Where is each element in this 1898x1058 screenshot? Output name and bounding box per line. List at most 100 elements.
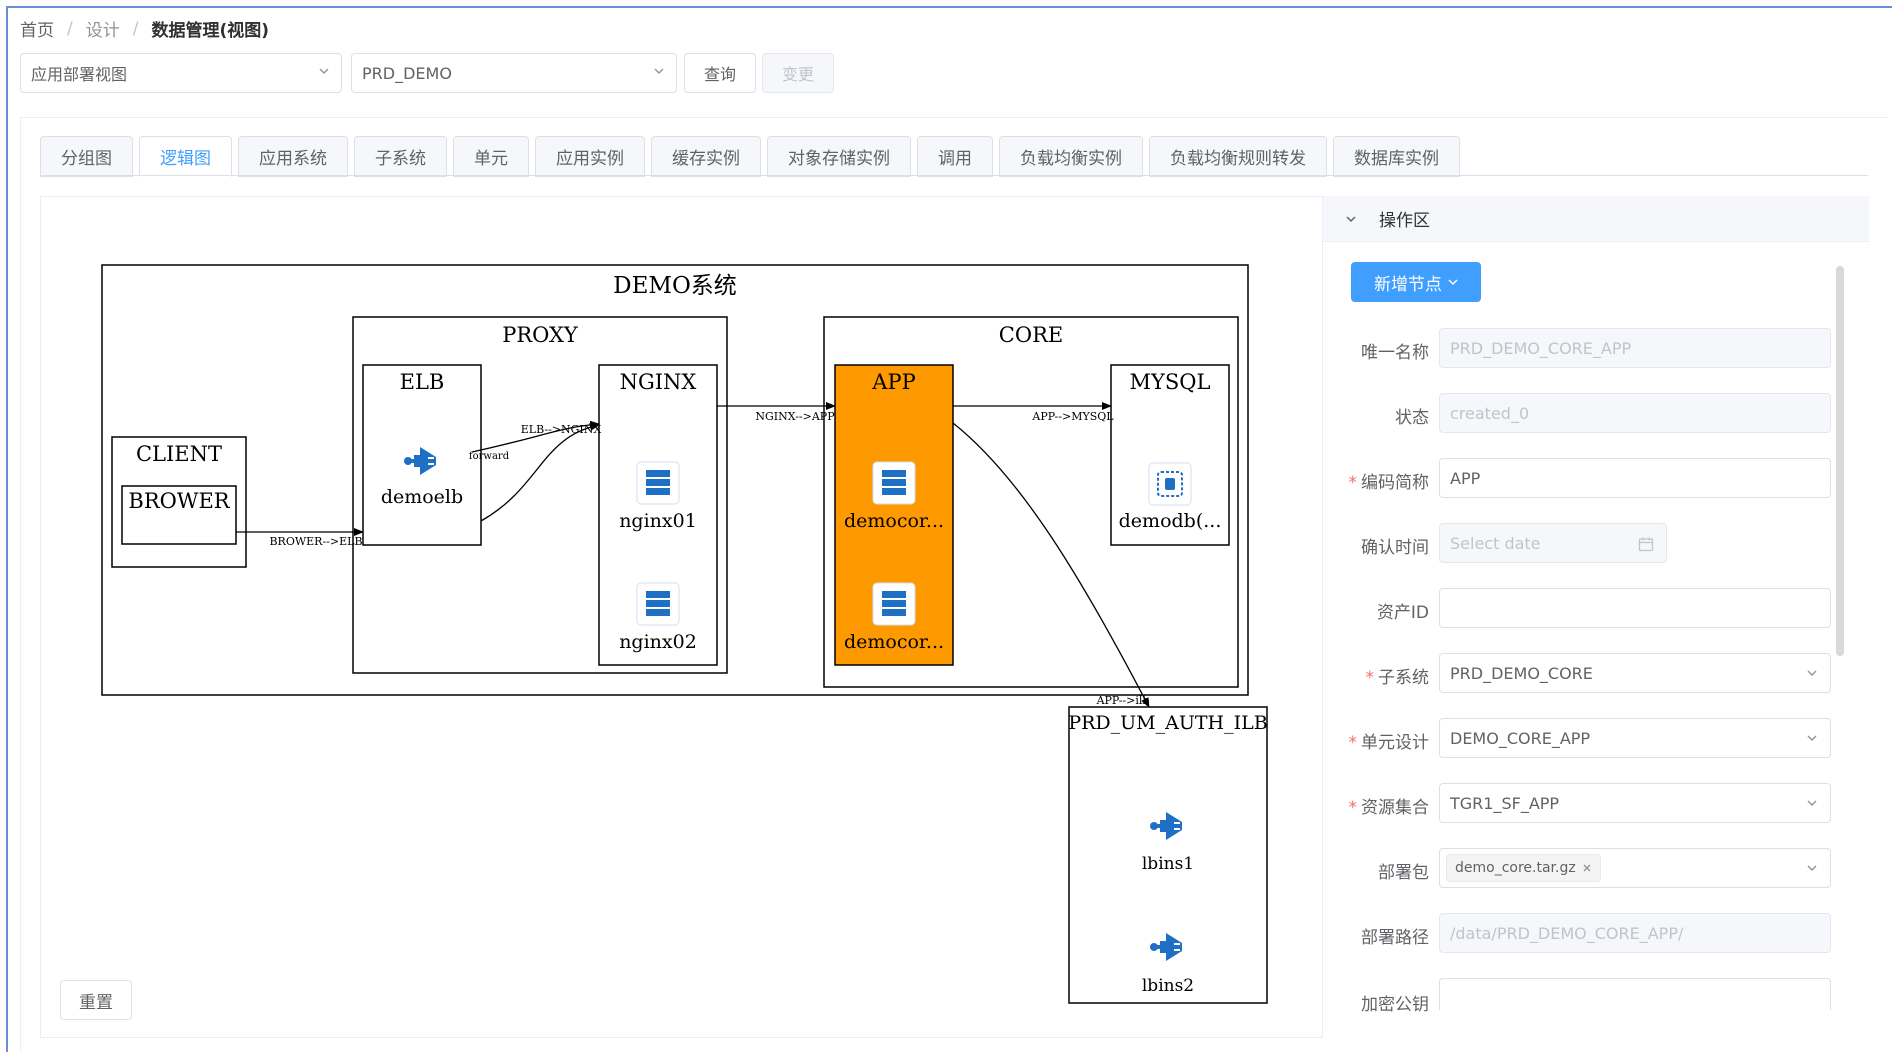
system-select[interactable]: PRD_DEMO	[351, 53, 677, 93]
breadcrumb-home[interactable]: 首页	[20, 16, 54, 41]
chevron-down-icon	[1807, 800, 1817, 806]
tabs-divider	[40, 175, 1868, 176]
package-tag-text: demo_core.tar.gz	[1455, 860, 1576, 876]
subsystem-select[interactable]: PRD_DEMO_CORE	[1439, 653, 1831, 693]
tab-lb-rule-forward[interactable]: 负载均衡规则转发	[1149, 136, 1327, 177]
breadcrumb-design[interactable]: 设计	[86, 16, 120, 41]
deploy-path-label: 部署路径	[1361, 928, 1429, 948]
tab-unit[interactable]: 单元	[453, 136, 529, 177]
form-row-status: 状态 created_0	[1323, 393, 1833, 433]
edge-label-nginx-app: NGINX-->APP	[755, 410, 835, 423]
tab-app-system[interactable]: 应用系统	[238, 136, 348, 177]
code-label-text: 编码简称	[1361, 473, 1429, 493]
chevron-down-icon	[1807, 735, 1817, 741]
server-icon	[872, 582, 916, 626]
tab-object-storage-instance[interactable]: 对象存储实例	[767, 136, 911, 177]
form-row-unique-name: 唯一名称 PRD_DEMO_CORE_APP	[1323, 328, 1833, 368]
server-icon	[636, 582, 680, 626]
asset-id-label: 资产ID	[1376, 603, 1429, 623]
unit-design-label-text: 单元设计	[1361, 733, 1429, 753]
confirm-time-picker[interactable]: Select date	[1439, 523, 1667, 563]
tab-cache-instance[interactable]: 缓存实例	[651, 136, 761, 177]
tab-call[interactable]: 调用	[917, 136, 993, 177]
subsystem-label: * 子系统	[1366, 663, 1430, 688]
load-balancer-icon	[1148, 810, 1184, 842]
status-input[interactable]: created_0	[1439, 393, 1831, 433]
democor1-label: democor...	[844, 510, 944, 532]
democor2-label: democor...	[844, 631, 944, 653]
add-node-button[interactable]: 新增节点	[1351, 262, 1481, 302]
logic-diagram[interactable]: DEMO系统 CLIENT BROWER PROXY ELB demoelb N…	[41, 197, 1319, 1037]
tab-lb-instance[interactable]: 负载均衡实例	[999, 136, 1143, 177]
query-button[interactable]: 查询	[684, 53, 756, 93]
form-row-asset-id: 资产ID	[1323, 588, 1833, 628]
elb-label: ELB	[400, 370, 445, 394]
unique-name-input[interactable]: PRD_DEMO_CORE_APP	[1439, 328, 1831, 368]
required-mark: *	[1348, 733, 1358, 753]
unit-design-value: DEMO_CORE_APP	[1450, 728, 1591, 748]
form-row-confirm-time: 确认时间 Select date	[1323, 523, 1833, 563]
server-icon	[636, 461, 680, 505]
form-row-deploy-path: 部署路径 /data/PRD_DEMO_CORE_APP/	[1323, 913, 1833, 953]
resource-set-label: * 资源集合	[1349, 793, 1430, 818]
change-button[interactable]: 变更	[762, 53, 834, 93]
breadcrumb-separator: /	[67, 18, 73, 39]
confirm-time-placeholder: Select date	[1450, 533, 1541, 553]
package-label: 部署包	[1378, 863, 1429, 883]
form-row-package: 部署包 demo_core.tar.gz	[1323, 848, 1833, 888]
required-mark: *	[1348, 798, 1358, 818]
system-select-value: PRD_DEMO	[362, 63, 452, 83]
demodb-label: demodb(...	[1119, 510, 1222, 532]
edge-label-elb-nginx: ELB-->NGINX	[521, 423, 602, 436]
package-tag: demo_core.tar.gz	[1446, 854, 1601, 882]
deploy-path-input[interactable]: /data/PRD_DEMO_CORE_APP/	[1439, 913, 1831, 953]
form-row-unit-design: * 单元设计 DEMO_CORE_APP	[1323, 718, 1833, 758]
resource-set-select[interactable]: TGR1_SF_APP	[1439, 783, 1831, 823]
unique-name-label: 唯一名称	[1361, 343, 1429, 363]
load-balancer-icon	[402, 445, 438, 477]
reset-button[interactable]: 重置	[60, 980, 132, 1020]
calendar-icon	[1638, 537, 1654, 552]
tab-subsystem[interactable]: 子系统	[354, 136, 447, 177]
unit-design-label: * 单元设计	[1349, 728, 1430, 753]
tab-group-view[interactable]: 分组图	[40, 136, 133, 177]
pubkey-input[interactable]	[1439, 978, 1831, 1010]
chevron-down-icon	[1448, 279, 1458, 286]
breadcrumb-separator: /	[132, 18, 139, 39]
tab-app-instance[interactable]: 应用实例	[535, 136, 645, 177]
edge-label-brower-elb: BROWER-->ELB	[269, 535, 362, 548]
chevron-down-icon	[1807, 865, 1817, 871]
chevron-down-icon	[319, 68, 329, 74]
asset-id-input[interactable]	[1439, 588, 1831, 628]
nginx01-label: nginx01	[619, 510, 697, 532]
operation-panel: 操作区 新增节点 唯一名称 PRD_DEMO_CORE_APP 状态 creat…	[1322, 196, 1869, 1038]
mysql-label: MYSQL	[1130, 370, 1211, 394]
chevron-down-icon	[1807, 670, 1817, 676]
edge-forward	[480, 422, 600, 522]
tab-db-instance[interactable]: 数据库实例	[1333, 136, 1460, 177]
edge-label-forward: forward	[469, 451, 510, 462]
tab-logic-view[interactable]: 逻辑图	[139, 136, 232, 177]
chevron-down-icon	[1346, 215, 1356, 222]
add-node-label: 新增节点	[1374, 274, 1442, 295]
operation-panel-header[interactable]: 操作区	[1323, 196, 1869, 242]
edge-label-app-ilb: APP-->ilb	[1096, 694, 1150, 707]
view-select[interactable]: 应用部署视图	[20, 53, 342, 93]
code-label: * 编码简称	[1349, 468, 1430, 493]
panel-scrollbar[interactable]	[1836, 266, 1844, 656]
lbins1-label: lbins1	[1142, 854, 1194, 874]
tab-bar: 分组图 逻辑图 应用系统 子系统 单元 应用实例 缓存实例 对象存储实例 调用 …	[40, 136, 1466, 177]
unit-design-select[interactable]: DEMO_CORE_APP	[1439, 718, 1831, 758]
breadcrumb: 首页 / 设计 / 数据管理(视图)	[20, 16, 269, 42]
close-icon[interactable]	[1582, 863, 1592, 873]
required-mark: *	[1365, 668, 1375, 688]
operation-panel-title: 操作区	[1379, 211, 1430, 231]
lbins2-label: lbins2	[1142, 976, 1194, 996]
package-select[interactable]: demo_core.tar.gz	[1439, 848, 1831, 888]
pubkey-label: 加密公钥	[1361, 995, 1429, 1015]
confirm-time-label: 确认时间	[1361, 538, 1429, 558]
form-row-resource-set: * 资源集合 TGR1_SF_APP	[1323, 783, 1833, 823]
database-icon	[1148, 462, 1192, 506]
code-input[interactable]: APP	[1439, 458, 1831, 498]
status-label: 状态	[1395, 408, 1429, 428]
